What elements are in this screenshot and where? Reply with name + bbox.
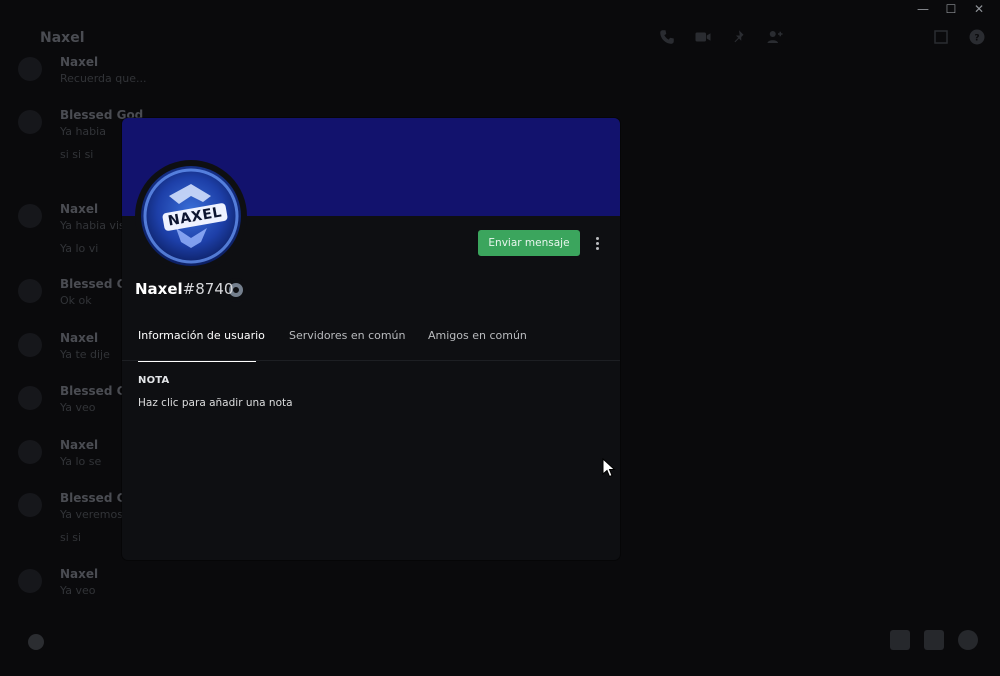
help-icon[interactable]: ? bbox=[968, 28, 986, 46]
message-avatar[interactable] bbox=[18, 333, 42, 357]
tabs-divider bbox=[122, 360, 620, 361]
message-author[interactable]: Naxel bbox=[60, 438, 98, 452]
message-author[interactable]: Naxel bbox=[60, 55, 98, 69]
tab-mutual-friends[interactable]: Amigos en común bbox=[428, 326, 527, 362]
message-avatar[interactable] bbox=[18, 110, 42, 134]
message-avatar[interactable] bbox=[18, 440, 42, 464]
avatar[interactable]: NAXEL bbox=[141, 166, 241, 266]
message-author[interactable]: Naxel bbox=[60, 567, 98, 581]
message-text: Recuerda que... bbox=[60, 72, 147, 85]
message-author[interactable]: Naxel bbox=[60, 331, 98, 345]
message-text: Ya veo bbox=[60, 584, 96, 597]
inbox-icon[interactable] bbox=[932, 28, 950, 46]
tab-mutual-servers[interactable]: Servidores en común bbox=[289, 326, 406, 362]
gif-icon[interactable] bbox=[924, 630, 944, 650]
channel-title: Naxel bbox=[40, 30, 85, 46]
message-avatar[interactable] bbox=[18, 493, 42, 517]
emoji-icon[interactable] bbox=[958, 630, 978, 650]
avatar-frame: NAXEL bbox=[135, 160, 248, 302]
more-options-icon[interactable] bbox=[590, 232, 604, 254]
profile-tabs: Información de usuario Servidores en com… bbox=[138, 326, 604, 362]
message-text: Ya veo bbox=[60, 401, 96, 414]
tab-user-info[interactable]: Información de usuario bbox=[138, 326, 265, 362]
maximize-button[interactable]: ☐ bbox=[944, 2, 958, 16]
profile-username: Naxel#8740 bbox=[135, 280, 233, 298]
message-text: Ya habia bbox=[60, 125, 106, 138]
message-text: si si si bbox=[60, 148, 94, 161]
message-text: Ya te dije bbox=[60, 348, 110, 361]
add-friend-icon[interactable] bbox=[766, 28, 784, 46]
message-avatar[interactable] bbox=[18, 204, 42, 228]
add-attachment-icon[interactable] bbox=[28, 634, 44, 650]
note-input[interactable]: Haz clic para añadir una nota bbox=[138, 394, 598, 412]
composer-tools bbox=[890, 630, 978, 650]
message-composer bbox=[0, 606, 1000, 676]
close-button[interactable]: ✕ bbox=[972, 2, 986, 16]
message-avatar[interactable] bbox=[18, 386, 42, 410]
message-avatar[interactable] bbox=[18, 569, 42, 593]
message-avatar[interactable] bbox=[18, 279, 42, 303]
svg-text:?: ? bbox=[974, 33, 979, 43]
message-avatar[interactable] bbox=[18, 57, 42, 81]
message-text: Ya veremos bbox=[60, 508, 123, 521]
gift-icon[interactable] bbox=[890, 630, 910, 650]
message-text: Ya lo se bbox=[60, 455, 102, 468]
window-controls: — ☐ ✕ bbox=[916, 2, 986, 16]
note-heading: NOTA bbox=[138, 375, 170, 386]
phone-icon[interactable] bbox=[658, 28, 676, 46]
message-text: si si bbox=[60, 531, 82, 544]
username-name: Naxel bbox=[135, 280, 183, 298]
mouse-cursor-icon bbox=[602, 458, 616, 478]
minimize-button[interactable]: — bbox=[916, 2, 930, 16]
video-icon[interactable] bbox=[694, 28, 712, 46]
message-text: Ok ok bbox=[60, 294, 92, 307]
header-toolbar: ? bbox=[658, 28, 986, 46]
message-text: Ya lo vi bbox=[60, 242, 99, 255]
user-profile-modal: NAXEL Enviar mensaje Naxel#8740 Informac… bbox=[122, 118, 620, 560]
message-author[interactable]: Naxel bbox=[60, 202, 98, 216]
send-message-button[interactable]: Enviar mensaje bbox=[478, 230, 580, 256]
pin-icon[interactable] bbox=[730, 28, 748, 46]
username-discriminator: #8740 bbox=[182, 280, 234, 298]
